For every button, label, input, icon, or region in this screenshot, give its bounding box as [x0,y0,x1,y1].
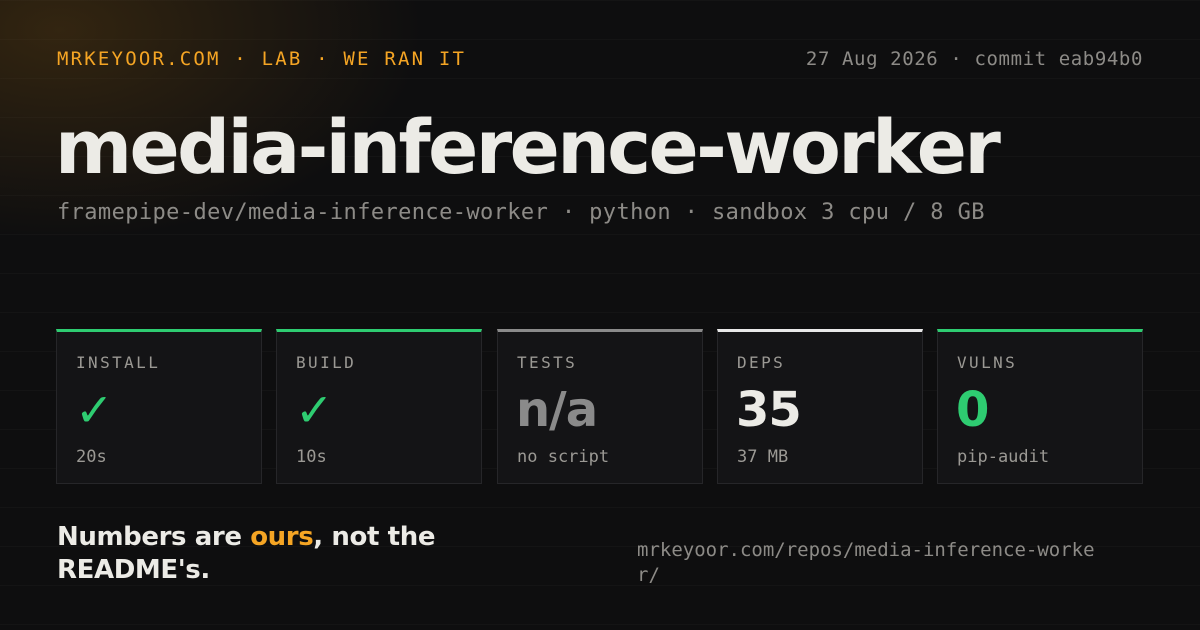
stat-label: BUILD [296,353,357,372]
stat-note: no script [517,447,610,467]
checkmark-icon: ✓ [295,383,334,437]
tagline-accent: ours [250,522,314,552]
stat-card-build: BUILD ✓ 10s [276,329,482,484]
checkmark-icon: ✓ [75,383,114,437]
stat-note: 10s [296,447,327,467]
brand-label: MRKEYOOR.COM · LAB · WE RAN IT [57,48,467,70]
stat-note: 37 MB [737,447,789,467]
stat-label: VULNS [957,353,1018,372]
repo-subtitle: framepipe-dev/media-inference-worker · p… [57,200,985,225]
date-commit-meta: 27 Aug 2026 · commit eab94b0 [805,48,1143,70]
stat-label: INSTALL [76,353,161,372]
stat-value: 0 [956,382,989,438]
stat-value: n/a [516,382,598,438]
stat-card-install: INSTALL ✓ 20s [56,329,262,484]
og-card: MRKEYOOR.COM · LAB · WE RAN IT 27 Aug 20… [0,0,1200,630]
tagline-text: Numbers are [57,522,251,552]
repo-url: mrkeyoor.com/repos/media-inference-worke… [637,539,1095,586]
stat-label: DEPS [737,353,786,372]
stat-label: TESTS [517,353,578,372]
stat-card-vulns: VULNS 0 pip-audit [937,329,1143,484]
stat-note: pip-audit [957,447,1050,467]
stat-card-deps: DEPS 35 37 MB [717,329,923,484]
stat-value: 35 [736,382,802,438]
stat-note: 20s [76,447,107,467]
stat-card-tests: TESTS n/a no script [497,329,703,484]
tagline: Numbers are ours, not the README's. [57,521,537,587]
repo-title: media-inference-worker [55,105,1001,191]
